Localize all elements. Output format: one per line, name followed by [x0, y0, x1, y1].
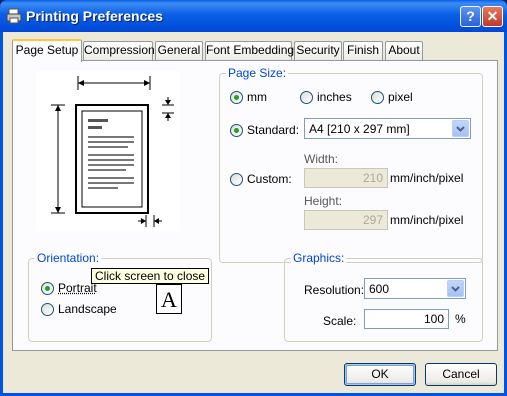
chevron-down-icon[interactable] — [452, 120, 469, 137]
landscape-radio[interactable] — [41, 303, 54, 316]
unit-inches-label[interactable]: inches — [317, 90, 352, 104]
page-preview-illustration — [36, 71, 180, 231]
scale-input[interactable]: 100 — [364, 309, 449, 329]
cancel-button[interactable]: Cancel — [425, 363, 497, 386]
tab-general[interactable]: General — [155, 41, 203, 60]
unit-pixel-label[interactable]: pixel — [388, 90, 413, 104]
tab-page-setup[interactable]: Page Setup — [12, 39, 82, 62]
dialog-body: Page Setup Compression General Font Embe… — [3, 32, 504, 393]
custom-label[interactable]: Custom: — [247, 172, 292, 186]
height-label: Height: — [304, 194, 343, 208]
tab-compression[interactable]: Compression — [83, 41, 155, 60]
landscape-label[interactable]: Landscape — [58, 302, 117, 316]
tab-about[interactable]: About — [385, 41, 423, 60]
unit-inches-radio[interactable] — [300, 91, 313, 104]
page-letter: A — [161, 287, 177, 312]
printer-icon — [6, 8, 22, 24]
printing-preferences-window: Printing Preferences ? ✕ Page Setup Comp… — [0, 0, 507, 396]
ok-button[interactable]: OK — [344, 363, 416, 386]
tab-finish[interactable]: Finish — [343, 41, 383, 60]
standard-size-value: A4 [210 x 297 mm] — [309, 122, 410, 136]
graphics-group: Graphics: Resolution: 600 Scale: 100 % — [284, 251, 483, 342]
width-unit-label: mm/inch/pixel — [390, 171, 464, 185]
title-bar[interactable]: Printing Preferences ? ✕ — [0, 0, 507, 32]
width-label: Width: — [304, 152, 339, 166]
unit-mm-label[interactable]: mm — [247, 90, 267, 104]
scale-unit-label: % — [455, 312, 466, 326]
height-unit-label: mm/inch/pixel — [390, 213, 464, 227]
unit-pixel-radio[interactable] — [371, 91, 384, 104]
portrait-page-icon: A — [156, 284, 182, 314]
custom-radio[interactable] — [230, 173, 243, 186]
resolution-select[interactable]: 600 — [364, 278, 466, 299]
orientation-label: Orientation: — [35, 251, 102, 265]
resolution-value: 600 — [369, 282, 390, 296]
standard-size-select[interactable]: A4 [210 x 297 mm] — [304, 118, 471, 139]
resolution-label: Resolution: — [304, 283, 365, 297]
unit-mm-radio[interactable] — [230, 91, 243, 104]
standard-radio[interactable] — [230, 124, 243, 137]
tab-security[interactable]: Security — [294, 41, 342, 60]
page-setup-panel: Page Size: mm inches pixel Standard: A4 … — [12, 60, 498, 351]
page-size-group: Page Size: mm inches pixel Standard: A4 … — [219, 66, 483, 263]
standard-label[interactable]: Standard: — [247, 123, 299, 137]
chevron-down-icon[interactable] — [447, 280, 464, 297]
help-button[interactable]: ? — [460, 6, 481, 27]
tooltip[interactable]: Click screen to close — [91, 268, 210, 284]
scale-label: Scale: — [323, 314, 357, 328]
portrait-radio[interactable] — [41, 282, 54, 295]
graphics-label: Graphics: — [291, 251, 347, 265]
tab-font-embedding[interactable]: Font Embedding — [205, 41, 294, 60]
height-input[interactable]: 297 — [304, 210, 388, 230]
window-title: Printing Preferences — [26, 8, 163, 24]
page-size-label: Page Size: — [226, 66, 289, 80]
close-button[interactable]: ✕ — [482, 6, 503, 27]
width-input[interactable]: 210 — [304, 168, 388, 188]
